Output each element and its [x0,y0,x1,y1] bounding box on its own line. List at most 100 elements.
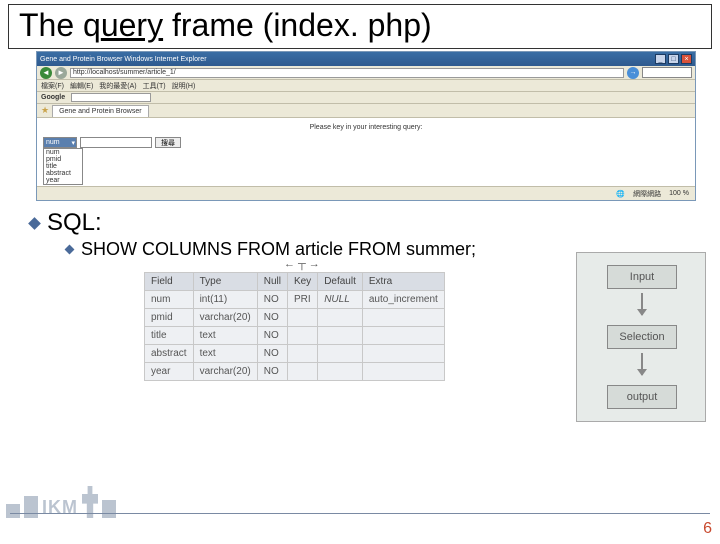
option-pmid[interactable]: pmid [44,156,82,163]
menu-edit[interactable]: 編輯(E) [70,81,93,91]
logo-block-icon [6,504,20,518]
browser-window: Gene and Protein Browser Windows Interne… [36,51,696,201]
flow-box-input: Input [607,265,677,289]
col-type: Type [193,273,257,291]
cell: title [145,327,194,345]
query-input[interactable] [80,137,152,148]
field-select-dropdown[interactable]: num pmid title abstract year [43,148,83,185]
browser-menubar: 檔案(F) 編輯(E) 我的最愛(A) 工具(T) 說明(H) [37,80,695,92]
cell: text [193,345,257,363]
cell [362,345,444,363]
browser-titlebar: Gene and Protein Browser Windows Interne… [37,52,695,66]
cell: pmid [145,309,194,327]
browser-tab[interactable]: Gene and Protein Browser [52,105,149,117]
google-search-input[interactable] [71,93,151,102]
cell [318,363,363,381]
address-input[interactable]: http://localhost/summer/article_1/ [70,68,624,78]
favorites-star-icon[interactable]: ★ [41,105,49,116]
cell [362,327,444,345]
sql-heading-row: SQL: [28,209,720,237]
browser-window-title: Gene and Protein Browser Windows Interne… [40,56,207,63]
col-extra: Extra [362,273,444,291]
logo-block-icon [24,496,38,518]
field-select-value: num [46,139,60,146]
maximize-button[interactable]: □ [668,54,679,64]
cell: NO [257,363,287,381]
cell: num [145,291,194,309]
address-url: http://localhost/summer/article_1/ [73,69,176,76]
footer-rule [10,513,710,514]
tab-strip: ★ Gene and Protein Browser [37,104,695,118]
window-buttons: _ □ × [655,54,692,64]
cell: abstract [145,345,194,363]
flow-box-selection: Selection [607,325,677,349]
cell: NO [257,345,287,363]
resize-indicator: ←┬→ [284,258,323,270]
table-row: year varchar(20) NO [145,363,445,381]
cell: text [193,327,257,345]
cell: NO [257,309,287,327]
flow-diagram: Input Selection output [576,252,706,422]
col-field: Field [145,273,194,291]
cell: NO [257,327,287,345]
cell [318,327,363,345]
status-bar: 🌐 網際網路 100 % [37,186,695,200]
page-instruction: Please key in your interesting query: [43,124,689,131]
cell: varchar(20) [193,363,257,381]
cell: year [145,363,194,381]
slide-title: The query frame (index. php) [8,4,712,49]
menu-tools[interactable]: 工具(T) [143,81,166,91]
schema-table: Field Type Null Key Default Extra num in… [144,272,445,381]
menu-fav[interactable]: 我的最愛(A) [99,81,136,91]
cell [318,345,363,363]
title-underlined: uery [101,7,163,43]
close-button[interactable]: × [681,54,692,64]
cell [287,309,317,327]
option-year[interactable]: year [44,177,82,184]
cell: NULL [318,291,363,309]
search-button[interactable]: 搜尋 [155,137,181,148]
cell [287,345,317,363]
menu-help[interactable]: 說明(H) [172,81,196,91]
table-header-row: Field Type Null Key Default Extra [145,273,445,291]
field-select[interactable]: num [43,137,77,148]
forward-icon[interactable]: ► [55,67,67,79]
google-toolbar: Google [37,92,695,104]
flow-box-output: output [607,385,677,409]
tab-label: Gene and Protein Browser [59,108,142,115]
cell [362,309,444,327]
cell: varchar(20) [193,309,257,327]
page-content: Please key in your interesting query: nu… [37,118,695,186]
title-post: frame (index. php) [163,7,432,43]
search-box-right[interactable] [642,67,692,78]
table-row: pmid varchar(20) NO [145,309,445,327]
option-num[interactable]: num [44,149,82,156]
sql-heading: SQL: [47,209,102,237]
status-net: 網際網路 [633,189,661,199]
logo-block-icon [102,500,116,518]
cell: NO [257,291,287,309]
option-abstract[interactable]: abstract [44,170,82,177]
table-row: title text NO [145,327,445,345]
cell [318,309,363,327]
minimize-button[interactable]: _ [655,54,666,64]
menu-file[interactable]: 檔案(F) [41,81,64,91]
back-icon[interactable]: ◄ [40,67,52,79]
go-button[interactable]: → [627,67,639,79]
cell: PRI [287,291,317,309]
search-button-label: 搜尋 [161,138,175,148]
logo-text: IKM [42,497,78,518]
bullet-icon-small [65,245,75,255]
cell [287,363,317,381]
option-title[interactable]: title [44,163,82,170]
col-null: Null [257,273,287,291]
cell: auto_increment [362,291,444,309]
table-row: abstract text NO [145,345,445,363]
cell: int(11) [193,291,257,309]
col-key: Key [287,273,317,291]
globe-icon: 🌐 [616,190,625,198]
cell [362,363,444,381]
tables-area: ←┬→ Field Type Null Key Default Extra nu… [0,266,720,466]
cell [287,327,317,345]
query-row: num 搜尋 [43,137,689,148]
